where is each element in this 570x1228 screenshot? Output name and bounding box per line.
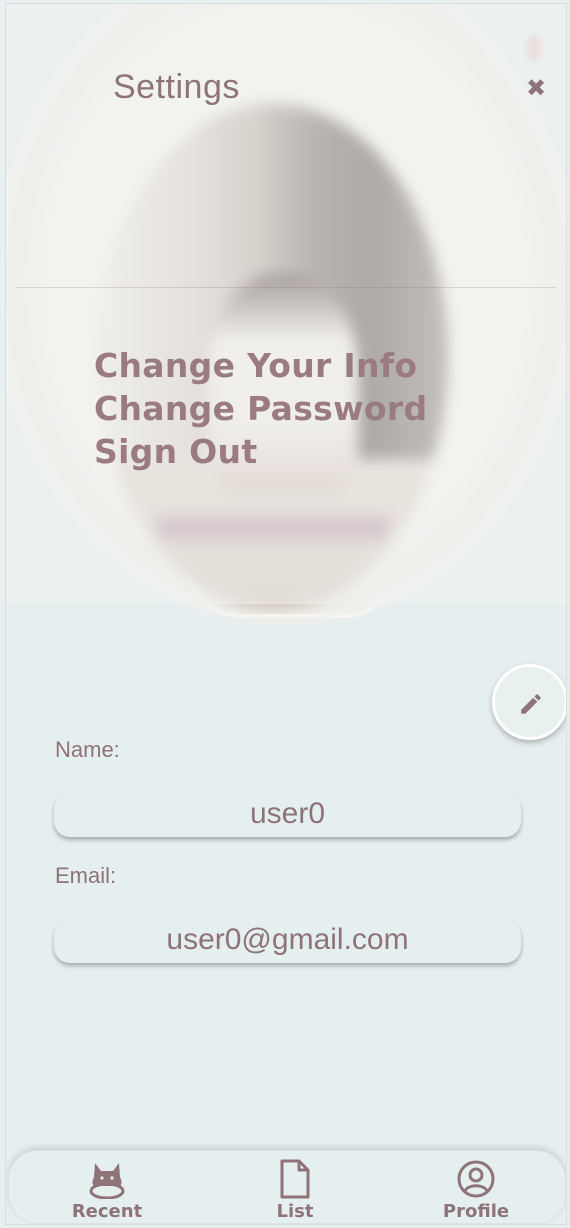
name-field: user0 [54,793,521,837]
pencil-icon [521,694,541,714]
decorative-dot [526,34,542,62]
edit-profile-button[interactable] [492,664,566,740]
close-icon: ✖ [525,74,547,102]
bottom-nav: Recent List Profile [8,1150,566,1224]
user-circle-icon [457,1160,495,1198]
nav-label-list: List [276,1201,314,1222]
nav-item-recent[interactable]: Recent [52,1159,162,1223]
app-screen: Settings ✖ Change Your Info Change Passw… [5,3,567,1225]
name-label: Name: [55,737,120,762]
cat-icon [89,1163,125,1199]
settings-panel: Settings ✖ Change Your Info Change Passw… [6,4,566,604]
nav-label-profile: Profile [442,1201,510,1222]
change-password-link[interactable]: Change Password [94,387,427,430]
settings-title: Settings [113,68,240,106]
email-label: Email: [55,863,117,888]
settings-menu: Change Your Info Change Password Sign Ou… [94,344,427,473]
sign-out-link[interactable]: Sign Out [94,430,427,473]
close-button[interactable]: ✖ [522,74,550,102]
nav-item-list[interactable]: List [240,1159,350,1223]
change-info-link[interactable]: Change Your Info [94,344,427,387]
email-field: user0@gmail.com [54,919,521,963]
nav-item-profile[interactable]: Profile [421,1159,531,1223]
divider [16,287,556,288]
document-icon [280,1159,310,1199]
nav-label-recent: Recent [71,1201,143,1222]
